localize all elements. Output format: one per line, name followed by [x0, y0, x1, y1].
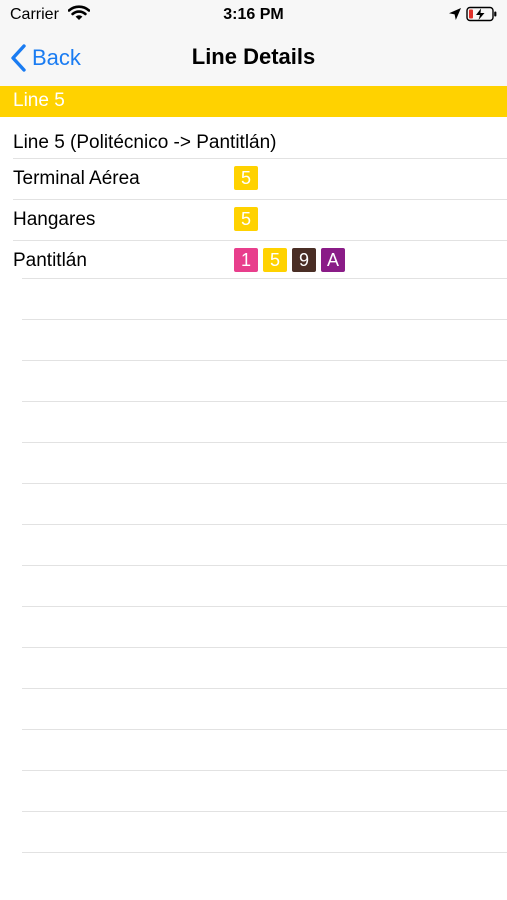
- line-badge: 5: [234, 207, 258, 231]
- location-arrow-icon: [449, 8, 461, 20]
- empty-table-rows: [22, 278, 507, 893]
- route-row[interactable]: Line 5 (Politécnico -> Pantitlán): [0, 130, 507, 158]
- status-time: 3:16 PM: [223, 6, 284, 23]
- station-row[interactable]: Hangares 5: [13, 199, 507, 240]
- page-title: Line Details: [191, 44, 316, 69]
- empty-row: [22, 565, 507, 606]
- section-header-label: Line 5: [13, 90, 65, 111]
- empty-row: [22, 360, 507, 401]
- empty-row: [22, 401, 507, 442]
- navigation-bar: Back Line Details: [0, 30, 507, 87]
- status-bar: Carrier 3:16 PM: [0, 0, 507, 30]
- empty-row: [22, 606, 507, 647]
- empty-row: [22, 852, 507, 893]
- station-list: Terminal Aérea 5 Hangares 5 Pantitlán 1 …: [0, 158, 507, 281]
- station-row[interactable]: Pantitlán 1 5 9 A: [13, 240, 507, 281]
- empty-row: [22, 811, 507, 852]
- empty-row: [22, 647, 507, 688]
- station-row[interactable]: Terminal Aérea 5: [13, 158, 507, 199]
- line-badge: A: [321, 248, 345, 272]
- station-name: Hangares: [13, 209, 96, 230]
- empty-row: [22, 442, 507, 483]
- route-label: Line 5 (Politécnico -> Pantitlán): [13, 132, 277, 153]
- line-badge: 9: [292, 248, 316, 272]
- empty-row: [22, 729, 507, 770]
- line-badges: 1 5 9 A: [234, 248, 345, 272]
- line-badge: 1: [234, 248, 258, 272]
- line-section-header: Line 5: [0, 86, 507, 117]
- line-badges: 5: [234, 207, 258, 231]
- station-name: Terminal Aérea: [13, 168, 140, 189]
- line-badges: 5: [234, 166, 258, 190]
- station-name: Pantitlán: [13, 250, 87, 271]
- empty-row: [22, 524, 507, 565]
- line-badge: 5: [234, 166, 258, 190]
- battery-charging-icon: [466, 6, 497, 22]
- empty-row: [22, 483, 507, 524]
- empty-row: [22, 688, 507, 729]
- empty-row: [22, 278, 507, 319]
- empty-row: [22, 770, 507, 811]
- empty-row: [22, 319, 507, 360]
- line-badge: 5: [263, 248, 287, 272]
